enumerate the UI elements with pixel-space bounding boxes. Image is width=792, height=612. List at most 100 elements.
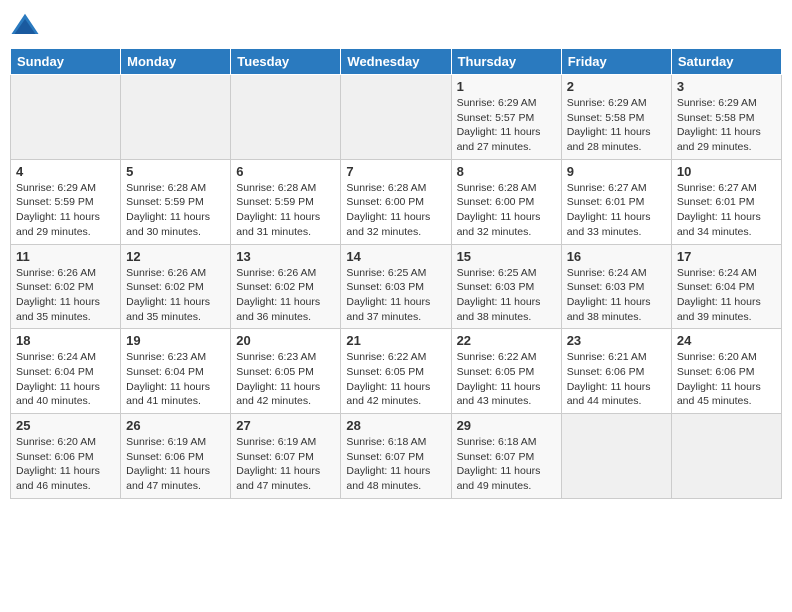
calendar-cell: 12 Sunrise: 6:26 AM Sunset: 6:02 PM Dayli… — [121, 244, 231, 329]
day-info: Sunrise: 6:29 AM Sunset: 5:58 PM Dayligh… — [677, 96, 776, 155]
calendar-cell: 21Sunrise: 6:22 AM Sunset: 6:05 PM Dayli… — [341, 329, 451, 414]
day-number: 10 — [677, 164, 776, 179]
calendar-cell — [11, 75, 121, 160]
day-info: Sunrise: 6:25 AM Sunset: 6:03 PM Dayligh… — [457, 266, 556, 325]
calendar-cell: 9 Sunrise: 6:27 AM Sunset: 6:01 PM Daylig… — [561, 159, 671, 244]
calendar-cell: 14 Sunrise: 6:25 AM Sunset: 6:03 PM Dayli… — [341, 244, 451, 329]
day-number: 28 — [346, 418, 445, 433]
calendar-week-row: 1Sunrise: 6:29 AM Sunset: 5:57 PM Daylig… — [11, 75, 782, 160]
calendar-cell: 28Sunrise: 6:18 AM Sunset: 6:07 PM Dayli… — [341, 414, 451, 499]
day-info: Sunrise: 6:29 AM Sunset: 5:59 PM Dayligh… — [16, 181, 115, 240]
calendar-cell: 2 Sunrise: 6:29 AM Sunset: 5:58 PM Daylig… — [561, 75, 671, 160]
calendar-week-row: 4 Sunrise: 6:29 AM Sunset: 5:59 PM Daylig… — [11, 159, 782, 244]
calendar-cell: 19 Sunrise: 6:23 AM Sunset: 6:04 PM Dayli… — [121, 329, 231, 414]
calendar-cell: 1Sunrise: 6:29 AM Sunset: 5:57 PM Daylig… — [451, 75, 561, 160]
calendar-header-row: SundayMondayTuesdayWednesdayThursdayFrid… — [11, 49, 782, 75]
day-number: 17 — [677, 249, 776, 264]
day-info: Sunrise: 6:27 AM Sunset: 6:01 PM Dayligh… — [677, 181, 776, 240]
calendar-week-row: 11 Sunrise: 6:26 AM Sunset: 6:02 PM Dayli… — [11, 244, 782, 329]
day-number: 22 — [457, 333, 556, 348]
day-info: Sunrise: 6:24 AM Sunset: 6:04 PM Dayligh… — [677, 266, 776, 325]
day-info: Sunrise: 6:26 AM Sunset: 6:02 PM Dayligh… — [236, 266, 335, 325]
calendar-cell: 10 Sunrise: 6:27 AM Sunset: 6:01 PM Dayli… — [671, 159, 781, 244]
day-info: Sunrise: 6:20 AM Sunset: 6:06 PM Dayligh… — [16, 435, 115, 494]
calendar-cell: 15 Sunrise: 6:25 AM Sunset: 6:03 PM Dayli… — [451, 244, 561, 329]
logo[interactable] — [10, 10, 44, 40]
calendar-cell — [561, 414, 671, 499]
day-number: 12 — [126, 249, 225, 264]
day-number: 15 — [457, 249, 556, 264]
day-info: Sunrise: 6:26 AM Sunset: 6:02 PM Dayligh… — [126, 266, 225, 325]
calendar-cell: 25 Sunrise: 6:20 AM Sunset: 6:06 PM Dayli… — [11, 414, 121, 499]
day-number: 29 — [457, 418, 556, 433]
day-number: 13 — [236, 249, 335, 264]
day-info: Sunrise: 6:21 AM Sunset: 6:06 PM Dayligh… — [567, 350, 666, 409]
calendar-cell: 6Sunrise: 6:28 AM Sunset: 5:59 PM Daylig… — [231, 159, 341, 244]
calendar-cell: 24 Sunrise: 6:20 AM Sunset: 6:06 PM Dayli… — [671, 329, 781, 414]
day-info: Sunrise: 6:28 AM Sunset: 5:59 PM Dayligh… — [126, 181, 225, 240]
day-number: 11 — [16, 249, 115, 264]
day-number: 7 — [346, 164, 445, 179]
calendar-cell — [231, 75, 341, 160]
day-number: 4 — [16, 164, 115, 179]
day-info: Sunrise: 6:23 AM Sunset: 6:05 PM Dayligh… — [236, 350, 335, 409]
calendar-cell: 8Sunrise: 6:28 AM Sunset: 6:00 PM Daylig… — [451, 159, 561, 244]
day-number: 8 — [457, 164, 556, 179]
day-header-thursday: Thursday — [451, 49, 561, 75]
day-number: 24 — [677, 333, 776, 348]
day-info: Sunrise: 6:29 AM Sunset: 5:57 PM Dayligh… — [457, 96, 556, 155]
calendar-cell — [341, 75, 451, 160]
day-number: 9 — [567, 164, 666, 179]
day-info: Sunrise: 6:24 AM Sunset: 6:04 PM Dayligh… — [16, 350, 115, 409]
day-info: Sunrise: 6:22 AM Sunset: 6:05 PM Dayligh… — [457, 350, 556, 409]
calendar-cell: 16 Sunrise: 6:24 AM Sunset: 6:03 PM Dayli… — [561, 244, 671, 329]
day-number: 26 — [126, 418, 225, 433]
calendar-cell: 17 Sunrise: 6:24 AM Sunset: 6:04 PM Dayli… — [671, 244, 781, 329]
day-number: 20 — [236, 333, 335, 348]
day-info: Sunrise: 6:26 AM Sunset: 6:02 PM Dayligh… — [16, 266, 115, 325]
day-header-friday: Friday — [561, 49, 671, 75]
calendar-week-row: 18 Sunrise: 6:24 AM Sunset: 6:04 PM Dayli… — [11, 329, 782, 414]
logo-icon — [10, 10, 40, 40]
day-info: Sunrise: 6:29 AM Sunset: 5:58 PM Dayligh… — [567, 96, 666, 155]
day-info: Sunrise: 6:22 AM Sunset: 6:05 PM Dayligh… — [346, 350, 445, 409]
day-info: Sunrise: 6:27 AM Sunset: 6:01 PM Dayligh… — [567, 181, 666, 240]
day-info: Sunrise: 6:23 AM Sunset: 6:04 PM Dayligh… — [126, 350, 225, 409]
day-info: Sunrise: 6:19 AM Sunset: 6:07 PM Dayligh… — [236, 435, 335, 494]
calendar-cell: 29 Sunrise: 6:18 AM Sunset: 6:07 PM Dayli… — [451, 414, 561, 499]
calendar-cell — [671, 414, 781, 499]
day-number: 3 — [677, 79, 776, 94]
day-info: Sunrise: 6:28 AM Sunset: 5:59 PM Dayligh… — [236, 181, 335, 240]
day-header-wednesday: Wednesday — [341, 49, 451, 75]
day-info: Sunrise: 6:28 AM Sunset: 6:00 PM Dayligh… — [346, 181, 445, 240]
day-info: Sunrise: 6:25 AM Sunset: 6:03 PM Dayligh… — [346, 266, 445, 325]
calendar-cell: 18 Sunrise: 6:24 AM Sunset: 6:04 PM Dayli… — [11, 329, 121, 414]
calendar-cell: 23 Sunrise: 6:21 AM Sunset: 6:06 PM Dayli… — [561, 329, 671, 414]
calendar-cell: 3 Sunrise: 6:29 AM Sunset: 5:58 PM Daylig… — [671, 75, 781, 160]
day-number: 5 — [126, 164, 225, 179]
calendar-table: SundayMondayTuesdayWednesdayThursdayFrid… — [10, 48, 782, 499]
calendar-cell: 26 Sunrise: 6:19 AM Sunset: 6:06 PM Dayli… — [121, 414, 231, 499]
day-number: 2 — [567, 79, 666, 94]
calendar-cell: 7 Sunrise: 6:28 AM Sunset: 6:00 PM Daylig… — [341, 159, 451, 244]
day-header-sunday: Sunday — [11, 49, 121, 75]
day-info: Sunrise: 6:18 AM Sunset: 6:07 PM Dayligh… — [457, 435, 556, 494]
day-info: Sunrise: 6:20 AM Sunset: 6:06 PM Dayligh… — [677, 350, 776, 409]
calendar-cell: 22 Sunrise: 6:22 AM Sunset: 6:05 PM Dayli… — [451, 329, 561, 414]
day-header-monday: Monday — [121, 49, 231, 75]
day-info: Sunrise: 6:24 AM Sunset: 6:03 PM Dayligh… — [567, 266, 666, 325]
calendar-cell — [121, 75, 231, 160]
calendar-cell: 11 Sunrise: 6:26 AM Sunset: 6:02 PM Dayli… — [11, 244, 121, 329]
day-number: 14 — [346, 249, 445, 264]
day-number: 27 — [236, 418, 335, 433]
day-number: 19 — [126, 333, 225, 348]
day-info: Sunrise: 6:19 AM Sunset: 6:06 PM Dayligh… — [126, 435, 225, 494]
calendar-cell: 5 Sunrise: 6:28 AM Sunset: 5:59 PM Daylig… — [121, 159, 231, 244]
day-header-tuesday: Tuesday — [231, 49, 341, 75]
day-number: 25 — [16, 418, 115, 433]
calendar-cell: 27 Sunrise: 6:19 AM Sunset: 6:07 PM Dayli… — [231, 414, 341, 499]
day-number: 18 — [16, 333, 115, 348]
day-header-saturday: Saturday — [671, 49, 781, 75]
day-number: 23 — [567, 333, 666, 348]
day-number: 16 — [567, 249, 666, 264]
